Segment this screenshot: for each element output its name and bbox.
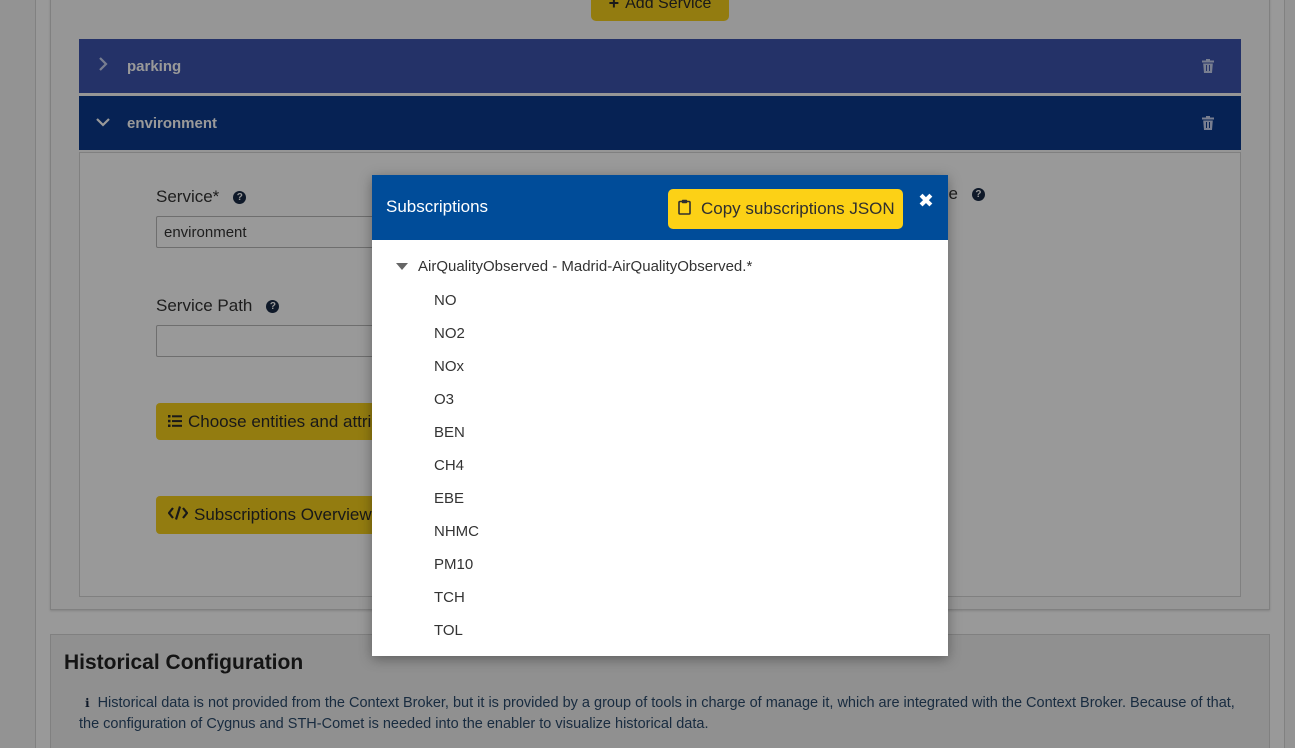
attribute-item[interactable]: NHMC	[434, 515, 479, 548]
attribute-item[interactable]: NO	[434, 284, 479, 317]
copy-subscriptions-label: Copy subscriptions JSON	[701, 199, 895, 218]
attribute-list: NO NO2 NOx O3 BEN CH4 EBE NHMC PM10 TCH …	[434, 284, 479, 647]
attribute-item[interactable]: O3	[434, 383, 479, 416]
clipboard-icon	[678, 199, 691, 220]
tree-root-node[interactable]: AirQualityObserved - Madrid-AirQualityOb…	[396, 258, 752, 275]
attribute-item[interactable]: TCH	[434, 581, 479, 614]
tree-root-label: AirQualityObserved - Madrid-AirQualityOb…	[418, 258, 753, 275]
close-icon[interactable]: ✖	[918, 190, 934, 213]
modal-header: Subscriptions Copy subscriptions JSON ✖	[372, 175, 948, 240]
modal-title: Subscriptions	[386, 197, 489, 216]
attribute-item[interactable]: BEN	[434, 416, 479, 449]
attribute-item[interactable]: NO2	[434, 317, 479, 350]
attribute-item[interactable]: CH4	[434, 449, 479, 482]
attribute-item[interactable]: EBE	[434, 482, 479, 515]
attribute-item[interactable]: PM10	[434, 548, 479, 581]
copy-subscriptions-json-button[interactable]: Copy subscriptions JSON	[668, 189, 903, 229]
attribute-item[interactable]: NOx	[434, 350, 479, 383]
attribute-item[interactable]: TOL	[434, 614, 479, 647]
subscriptions-modal: Subscriptions Copy subscriptions JSON ✖ …	[372, 175, 948, 656]
caret-down-icon[interactable]	[396, 263, 408, 270]
